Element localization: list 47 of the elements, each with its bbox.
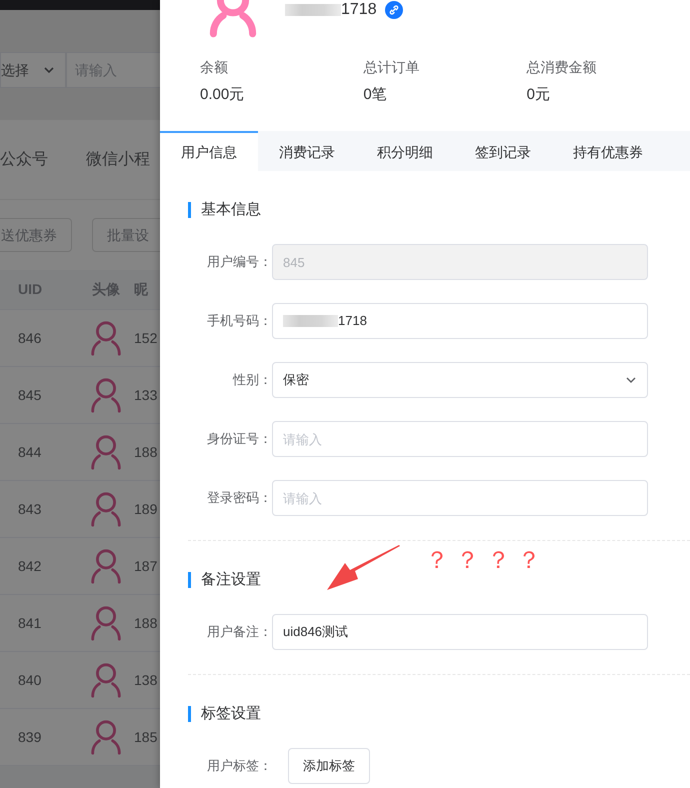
table-cell-text: 840 <box>17 670 42 690</box>
field-label: 用户编号： <box>206 253 272 272</box>
tab[interactable]: 签到记录 <box>454 131 552 171</box>
redaction-block <box>285 4 341 16</box>
table-cell-text: 133 <box>134 386 158 404</box>
table-cell-text: 152 <box>134 328 158 348</box>
section-title: 标签设置 <box>188 706 261 722</box>
table-cell-text: 841 <box>17 614 42 632</box>
phone-field[interactable]: 1718 <box>272 303 648 339</box>
link-icon[interactable] <box>384 1 403 19</box>
table-cell-text: 842 <box>17 556 42 576</box>
annotation-text: ？ ？ ？ ？ <box>425 546 542 576</box>
section-title: 备注设置 <box>188 572 261 588</box>
input-field[interactable]: uid846测试 <box>272 614 648 650</box>
field-label: 身份证号： <box>206 430 272 448</box>
user-name: 1718 <box>341 0 377 20</box>
stat-value: 0.00元 <box>200 85 246 105</box>
tab[interactable]: 持有优惠券 <box>552 131 664 171</box>
field-label: 手机号码： <box>206 312 272 330</box>
select-field[interactable]: 保密 <box>272 362 648 398</box>
add-tag-button[interactable]: 添加标签 <box>288 748 370 784</box>
stat-value: 0元 <box>526 85 551 105</box>
section-title: 基本信息 <box>188 202 261 218</box>
stat-label: 余额 <box>200 58 229 77</box>
input-field[interactable]: 请输入 <box>272 421 648 457</box>
table-cell-text: 844 <box>17 442 42 462</box>
table-cell-text: 189 <box>134 500 158 518</box>
table-cell-text: 188 <box>134 442 158 462</box>
field-label: 用户备注： <box>206 623 272 642</box>
stat-label: 总消费金额 <box>526 58 598 77</box>
table-cell-text: 185 <box>134 728 158 746</box>
field-label: 用户标签： <box>206 757 272 776</box>
tab[interactable]: 消费记录 <box>258 131 356 171</box>
input-field[interactable]: 请输入 <box>272 480 648 516</box>
tab[interactable]: 积分明细 <box>356 131 454 171</box>
field-label: 登录密码： <box>206 489 272 508</box>
stat-label: 总计订单 <box>363 58 420 77</box>
table-cell-text: 839 <box>17 728 42 746</box>
field-label: 性别： <box>232 371 272 390</box>
table-cell-text: 138 <box>134 670 158 690</box>
table-cell-text: 187 <box>134 556 158 576</box>
tab[interactable]: 用户信息 <box>160 131 258 171</box>
table-cell-text: 843 <box>17 500 42 518</box>
table-cell-text: 188 <box>134 614 158 632</box>
table-cell-text: 846 <box>17 328 42 348</box>
stat-value: 0笔 <box>363 85 388 105</box>
table-cell-text: 845 <box>17 386 42 404</box>
